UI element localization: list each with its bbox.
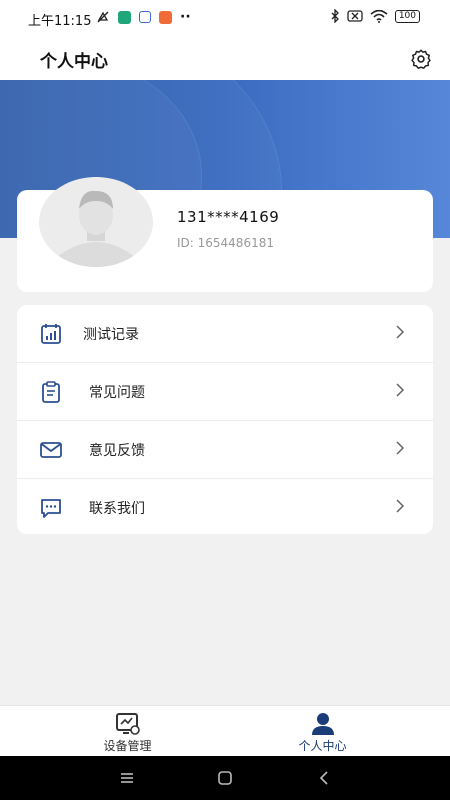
menu-item-label: 常见问题 bbox=[89, 385, 145, 401]
back-icon[interactable] bbox=[314, 768, 334, 788]
chat-icon bbox=[41, 499, 61, 518]
device-icon bbox=[115, 713, 140, 735]
chevron-right-icon bbox=[396, 383, 405, 397]
menu-item-label: 意见反馈 bbox=[89, 443, 145, 459]
bluetooth-icon bbox=[331, 9, 339, 23]
status-time: 上午11:15 bbox=[28, 14, 92, 29]
chevron-right-icon bbox=[396, 499, 405, 513]
menu-icon[interactable] bbox=[117, 768, 137, 788]
status-bar: 上午11:15 ·· 100 bbox=[0, 0, 450, 36]
app-notif-icon bbox=[118, 10, 131, 24]
profile-card[interactable]: 131****4169 ID: 1654486181 bbox=[17, 177, 433, 292]
user-phone: 131****4169 bbox=[177, 208, 280, 226]
clipboard-icon bbox=[42, 381, 60, 403]
mute-icon bbox=[97, 11, 109, 23]
gear-icon[interactable] bbox=[410, 48, 432, 70]
status-right-icons: 100 bbox=[330, 9, 420, 23]
person-icon bbox=[311, 713, 334, 735]
page-header: 个人中心 bbox=[0, 36, 450, 80]
bottom-tab-bar: 设备管理 个人中心 bbox=[0, 705, 450, 757]
menu-item-label: 联系我们 bbox=[89, 501, 145, 517]
status-left-icons: ·· bbox=[96, 9, 191, 25]
system-nav-bar bbox=[0, 756, 450, 800]
menu-item-feedback[interactable]: 意见反馈 bbox=[17, 421, 433, 479]
wifi-icon bbox=[370, 9, 388, 23]
calendar-chart-icon bbox=[41, 324, 61, 344]
menu-list: 测试记录 常见问题 意见反馈 联系我们 bbox=[17, 305, 433, 534]
default-avatar-icon bbox=[51, 177, 141, 267]
tab-device-management[interactable]: 设备管理 bbox=[15, 706, 240, 757]
battery-icon: 100 bbox=[394, 9, 420, 23]
chevron-right-icon bbox=[396, 441, 405, 455]
menu-item-faq[interactable]: 常见问题 bbox=[17, 363, 433, 421]
menu-item-test-records[interactable]: 测试记录 bbox=[17, 305, 433, 363]
mail-icon bbox=[40, 442, 62, 458]
avatar[interactable] bbox=[39, 177, 153, 267]
no-sim-icon bbox=[347, 10, 363, 22]
app-notif-icon-3 bbox=[159, 10, 172, 24]
tab-personal-center[interactable]: 个人中心 bbox=[210, 706, 435, 757]
tab-label: 设备管理 bbox=[103, 739, 152, 753]
user-id: ID: 1654486181 bbox=[177, 236, 274, 250]
tab-label: 个人中心 bbox=[298, 739, 347, 753]
menu-item-contact[interactable]: 联系我们 bbox=[17, 479, 433, 534]
more-notif-dots: ·· bbox=[180, 9, 191, 25]
chevron-right-icon bbox=[396, 325, 405, 339]
app-notif-icon-2 bbox=[139, 11, 151, 23]
page-title: 个人中心 bbox=[40, 52, 108, 72]
home-icon[interactable] bbox=[215, 768, 235, 788]
menu-item-label: 测试记录 bbox=[83, 327, 139, 343]
